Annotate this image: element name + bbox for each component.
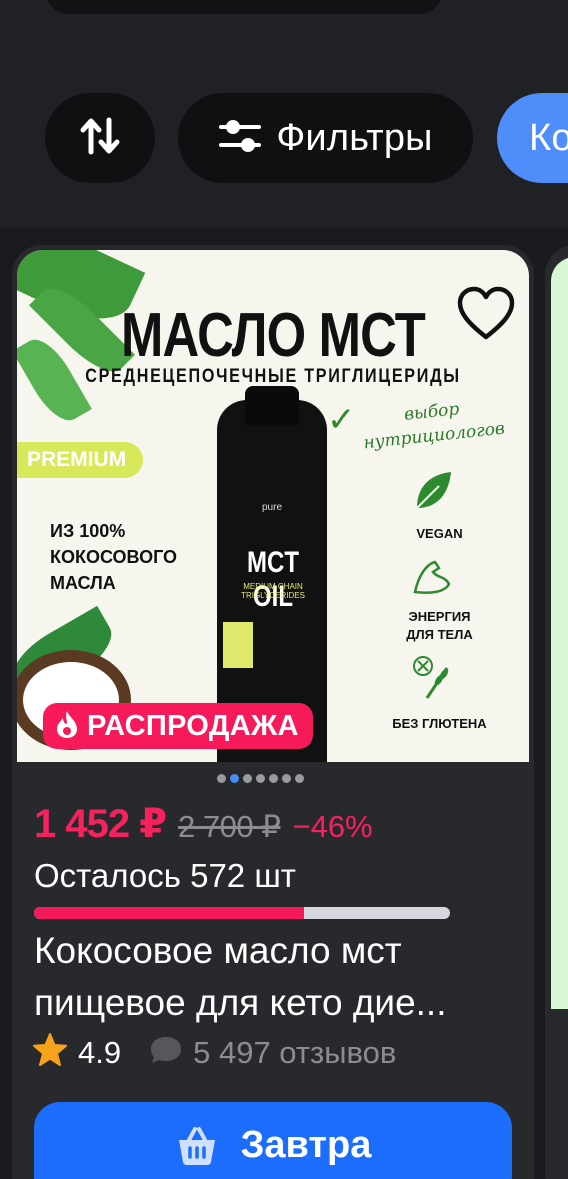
product-title-line-2: пищевое для кето дие... — [34, 982, 447, 1023]
search-bar[interactable] — [46, 0, 442, 14]
gallery-dot[interactable] — [256, 774, 265, 783]
feature-vegan: VEGAN — [416, 526, 463, 541]
sale-badge: РАСПРОДАЖА — [43, 703, 313, 749]
premium-ribbon: PREMIUM — [17, 442, 143, 478]
rating-row[interactable]: 4.9 5 497 отзывов — [32, 1033, 396, 1072]
product-card[interactable]: МАСЛО МСТ СРЕДНЕЦЕПОЧЕЧНЫЕ ТРИГЛИЦЕРИДЫ … — [12, 245, 534, 1179]
rating-value: 4.9 — [78, 1034, 122, 1070]
product-title[interactable]: Кокосовое масло мст пищевое для кето дие… — [34, 925, 514, 1029]
image-claim: ИЗ 100% КОКОСОВОГО МАСЛА — [50, 521, 178, 593]
stock-progress-bar — [34, 907, 450, 919]
heart-outline-icon — [456, 285, 516, 346]
image-subtitle: СРЕДНЕЦЕПОЧЕЧНЫЕ ТРИГЛИЦЕРИДЫ — [85, 366, 461, 387]
sort-chip[interactable] — [45, 93, 155, 183]
gallery-dot[interactable] — [282, 774, 291, 783]
basket-icon — [175, 1124, 219, 1173]
sale-badge-label: РАСПРОДАЖА — [87, 709, 299, 742]
checkmark-icon: ✓ — [327, 401, 356, 439]
favorite-button[interactable] — [455, 284, 517, 346]
discount-percent: −46% — [292, 809, 373, 844]
bottle-label-box — [223, 622, 253, 668]
gallery-dots — [217, 774, 304, 783]
filters-chip[interactable]: Фильтры — [178, 93, 473, 183]
muscle-icon — [409, 554, 455, 600]
filters-label: Фильтры — [276, 116, 433, 159]
image-title: МАСЛО МСТ — [120, 301, 426, 370]
star-icon — [32, 1033, 68, 1072]
gallery-dot[interactable] — [243, 774, 252, 783]
add-to-cart-button[interactable]: Завтра — [34, 1102, 512, 1179]
next-product-card[interactable] — [545, 245, 568, 1179]
feature-gluten-free: БЕЗ ГЛЮТЕНА — [392, 716, 487, 731]
sort-arrows-icon — [78, 114, 122, 163]
reviews-count: 5 497 отзывов — [193, 1034, 397, 1070]
bottle-brand: pure — [261, 502, 282, 513]
category-chip[interactable]: Ко — [497, 93, 568, 183]
stock-progress-fill — [34, 907, 305, 919]
cart-button-label: Завтра — [240, 1124, 372, 1166]
bottle-label: MCT OIL — [247, 546, 299, 613]
next-product-image[interactable] — [551, 257, 568, 1009]
current-price: 1 452 ₽ — [34, 802, 167, 846]
feature-energy: ЭНЕРГИЯ ДЛЯ ТЕЛА — [406, 609, 473, 642]
gallery-dot[interactable] — [230, 774, 239, 783]
product-image[interactable]: МАСЛО МСТ СРЕДНЕЦЕПОЧЕЧНЫЕ ТРИГЛИЦЕРИДЫ … — [17, 250, 529, 762]
sliders-icon — [218, 116, 262, 161]
category-chip-label: Ко — [529, 116, 568, 159]
stock-remaining: Осталось 572 шт — [34, 857, 296, 894]
gallery-dot[interactable] — [269, 774, 278, 783]
filter-chips-row: Фильтры Ко — [0, 93, 568, 183]
flame-icon — [53, 709, 81, 744]
product-title-line-1: Кокосовое масло мст — [34, 930, 402, 971]
bottle-sublabel: MEDIUM CHAIN TRIGLYCERIDES — [241, 582, 305, 600]
leaf-icon — [409, 468, 455, 514]
bottle-cap — [245, 386, 299, 426]
old-price: 2 700 ₽ — [178, 809, 281, 844]
image-choice-text: выбор нутрициологов — [362, 399, 506, 454]
gallery-dot[interactable] — [295, 774, 304, 783]
no-gluten-icon — [409, 654, 455, 700]
price-row: 1 452 ₽ 2 700 ₽ −46% — [34, 801, 373, 847]
comment-icon — [149, 1034, 183, 1071]
gallery-dot[interactable] — [217, 774, 226, 783]
app-screen: Фильтры Ко МАСЛО МСТ СРЕДНЕЦЕПОЧЕЧНЫЕ ТР… — [0, 0, 568, 1179]
